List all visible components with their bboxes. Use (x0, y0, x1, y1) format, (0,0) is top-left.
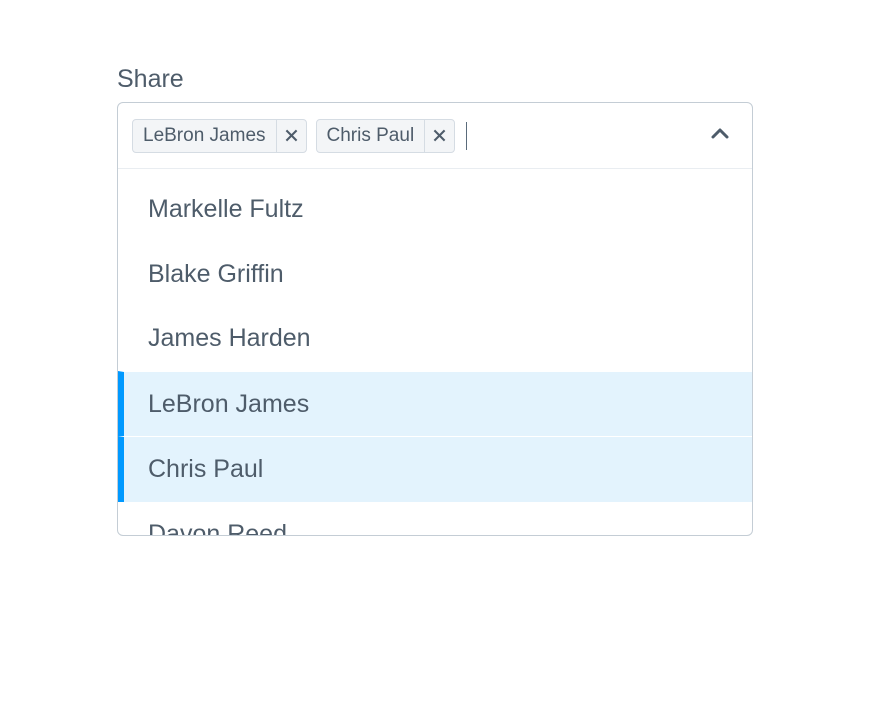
tag-label: Chris Paul (317, 120, 425, 152)
option-davon-reed[interactable]: Davon Reed (118, 502, 752, 536)
option-blake-griffin[interactable]: Blake Griffin (118, 242, 752, 307)
text-cursor (466, 122, 467, 150)
option-james-harden[interactable]: James Harden (118, 306, 752, 371)
field-label: Share (117, 65, 753, 94)
option-markelle-fultz[interactable]: Markelle Fultz (118, 177, 752, 242)
tag-label: LeBron James (133, 120, 276, 152)
chevron-up-icon (708, 122, 732, 146)
tag-chris-paul: Chris Paul (316, 119, 456, 153)
share-multiselect: Share LeBron James Chris Paul (117, 65, 753, 536)
tag-lebron-james: LeBron James (132, 119, 307, 153)
combobox-input-row[interactable]: LeBron James Chris Paul (118, 103, 752, 169)
options-list[interactable]: Markelle Fultz Blake Griffin James Harde… (118, 169, 752, 535)
combobox: LeBron James Chris Paul (117, 102, 753, 536)
dropdown-toggle-button[interactable] (702, 116, 738, 155)
selected-tags: LeBron James Chris Paul (132, 119, 693, 153)
close-icon (285, 129, 298, 142)
close-icon (433, 129, 446, 142)
option-chris-paul[interactable]: Chris Paul (118, 436, 752, 502)
option-lebron-james[interactable]: LeBron James (118, 371, 752, 437)
remove-tag-button[interactable] (276, 120, 306, 152)
remove-tag-button[interactable] (424, 120, 454, 152)
